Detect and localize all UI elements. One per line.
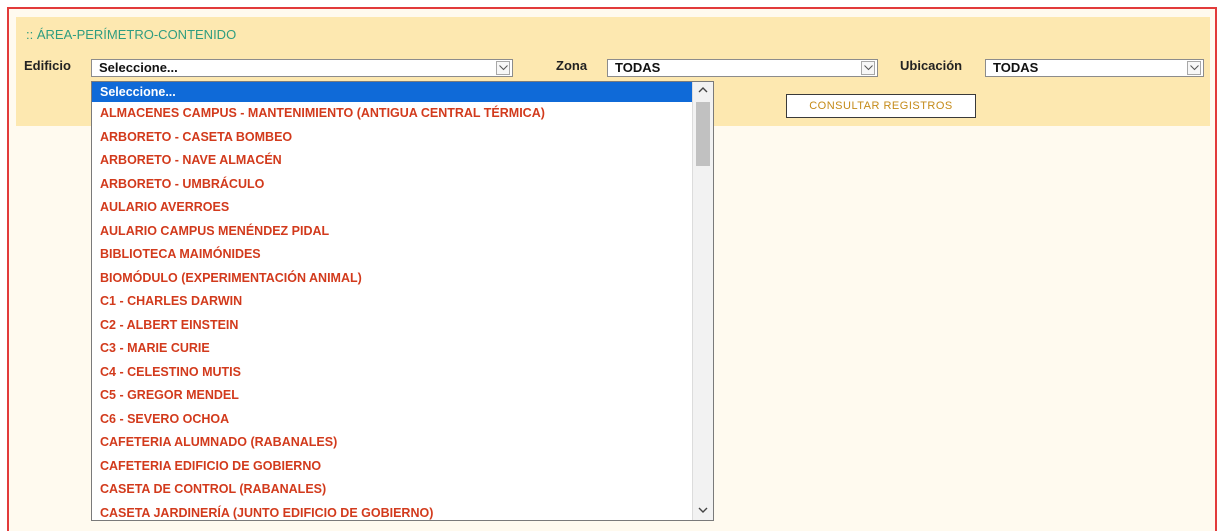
consultar-registros-button[interactable]: CONSULTAR REGISTROS — [786, 94, 976, 118]
dropdown-scrollbar[interactable] — [692, 82, 713, 520]
zona-select[interactable]: TODAS — [607, 59, 878, 77]
edificio-dropdown-list[interactable]: Seleccione... ALMACENES CAMPUS - MANTENIM… — [91, 81, 714, 521]
chevron-down-icon[interactable] — [496, 61, 510, 75]
dropdown-option[interactable]: AULARIO CAMPUS MENÉNDEZ PIDAL — [92, 220, 692, 243]
dropdown-option[interactable]: C5 - GREGOR MENDEL — [92, 384, 692, 407]
zona-label: Zona — [556, 58, 588, 73]
zona-select-value: TODAS — [615, 60, 661, 75]
dropdown-option[interactable]: C3 - MARIE CURIE — [92, 337, 692, 360]
dropdown-option[interactable]: CAFETERIA EDIFICIO DE GOBIERNO — [92, 455, 692, 478]
dropdown-option[interactable]: ARBORETO - NAVE ALMACÉN — [92, 149, 692, 172]
ubicacion-select[interactable]: TODAS — [985, 59, 1204, 77]
dropdown-option[interactable]: C6 - SEVERO OCHOA — [92, 408, 692, 431]
dropdown-option[interactable]: CAFETERIA ALUMNADO (RABANALES) — [92, 431, 692, 454]
dropdown-option[interactable]: ALMACENES CAMPUS - MANTENIMIENTO (ANTIGU… — [92, 102, 692, 125]
dropdown-option[interactable]: C1 - CHARLES DARWIN — [92, 290, 692, 313]
dropdown-option[interactable]: C2 - ALBERT EINSTEIN — [92, 314, 692, 337]
dropdown-option[interactable]: BIBLIOTECA MAIMÓNIDES — [92, 243, 692, 266]
edificio-select-value: Seleccione... — [99, 60, 178, 75]
scrollbar-thumb[interactable] — [696, 102, 710, 166]
chevron-down-icon[interactable] — [861, 61, 875, 75]
scroll-up-icon[interactable] — [693, 82, 713, 100]
edificio-label: Edificio — [24, 58, 71, 73]
dropdown-option[interactable]: Seleccione... — [92, 82, 692, 102]
dropdown-option[interactable]: BIOMÓDULO (EXPERIMENTACIÓN ANIMAL) — [92, 267, 692, 290]
dropdown-option[interactable]: AULARIO AVERROES — [92, 196, 692, 219]
dropdown-option[interactable]: CASETA JARDINERÍA (JUNTO EDIFICIO DE GOB… — [92, 502, 692, 521]
dropdown-option[interactable]: ARBORETO - CASETA BOMBEO — [92, 126, 692, 149]
dropdown-option[interactable]: ARBORETO - UMBRÁCULO — [92, 173, 692, 196]
panel-title: :: ÁREA-PERÍMETRO-CONTENIDO — [26, 27, 237, 42]
dropdown-option[interactable]: C4 - CELESTINO MUTIS — [92, 361, 692, 384]
dropdown-option[interactable]: CASETA DE CONTROL (RABANALES) — [92, 478, 692, 501]
edificio-select[interactable]: Seleccione... — [91, 59, 513, 77]
ubicacion-label: Ubicación — [900, 58, 963, 73]
scroll-down-icon[interactable] — [693, 502, 713, 520]
chevron-down-icon[interactable] — [1187, 61, 1201, 75]
ubicacion-select-value: TODAS — [993, 60, 1039, 75]
